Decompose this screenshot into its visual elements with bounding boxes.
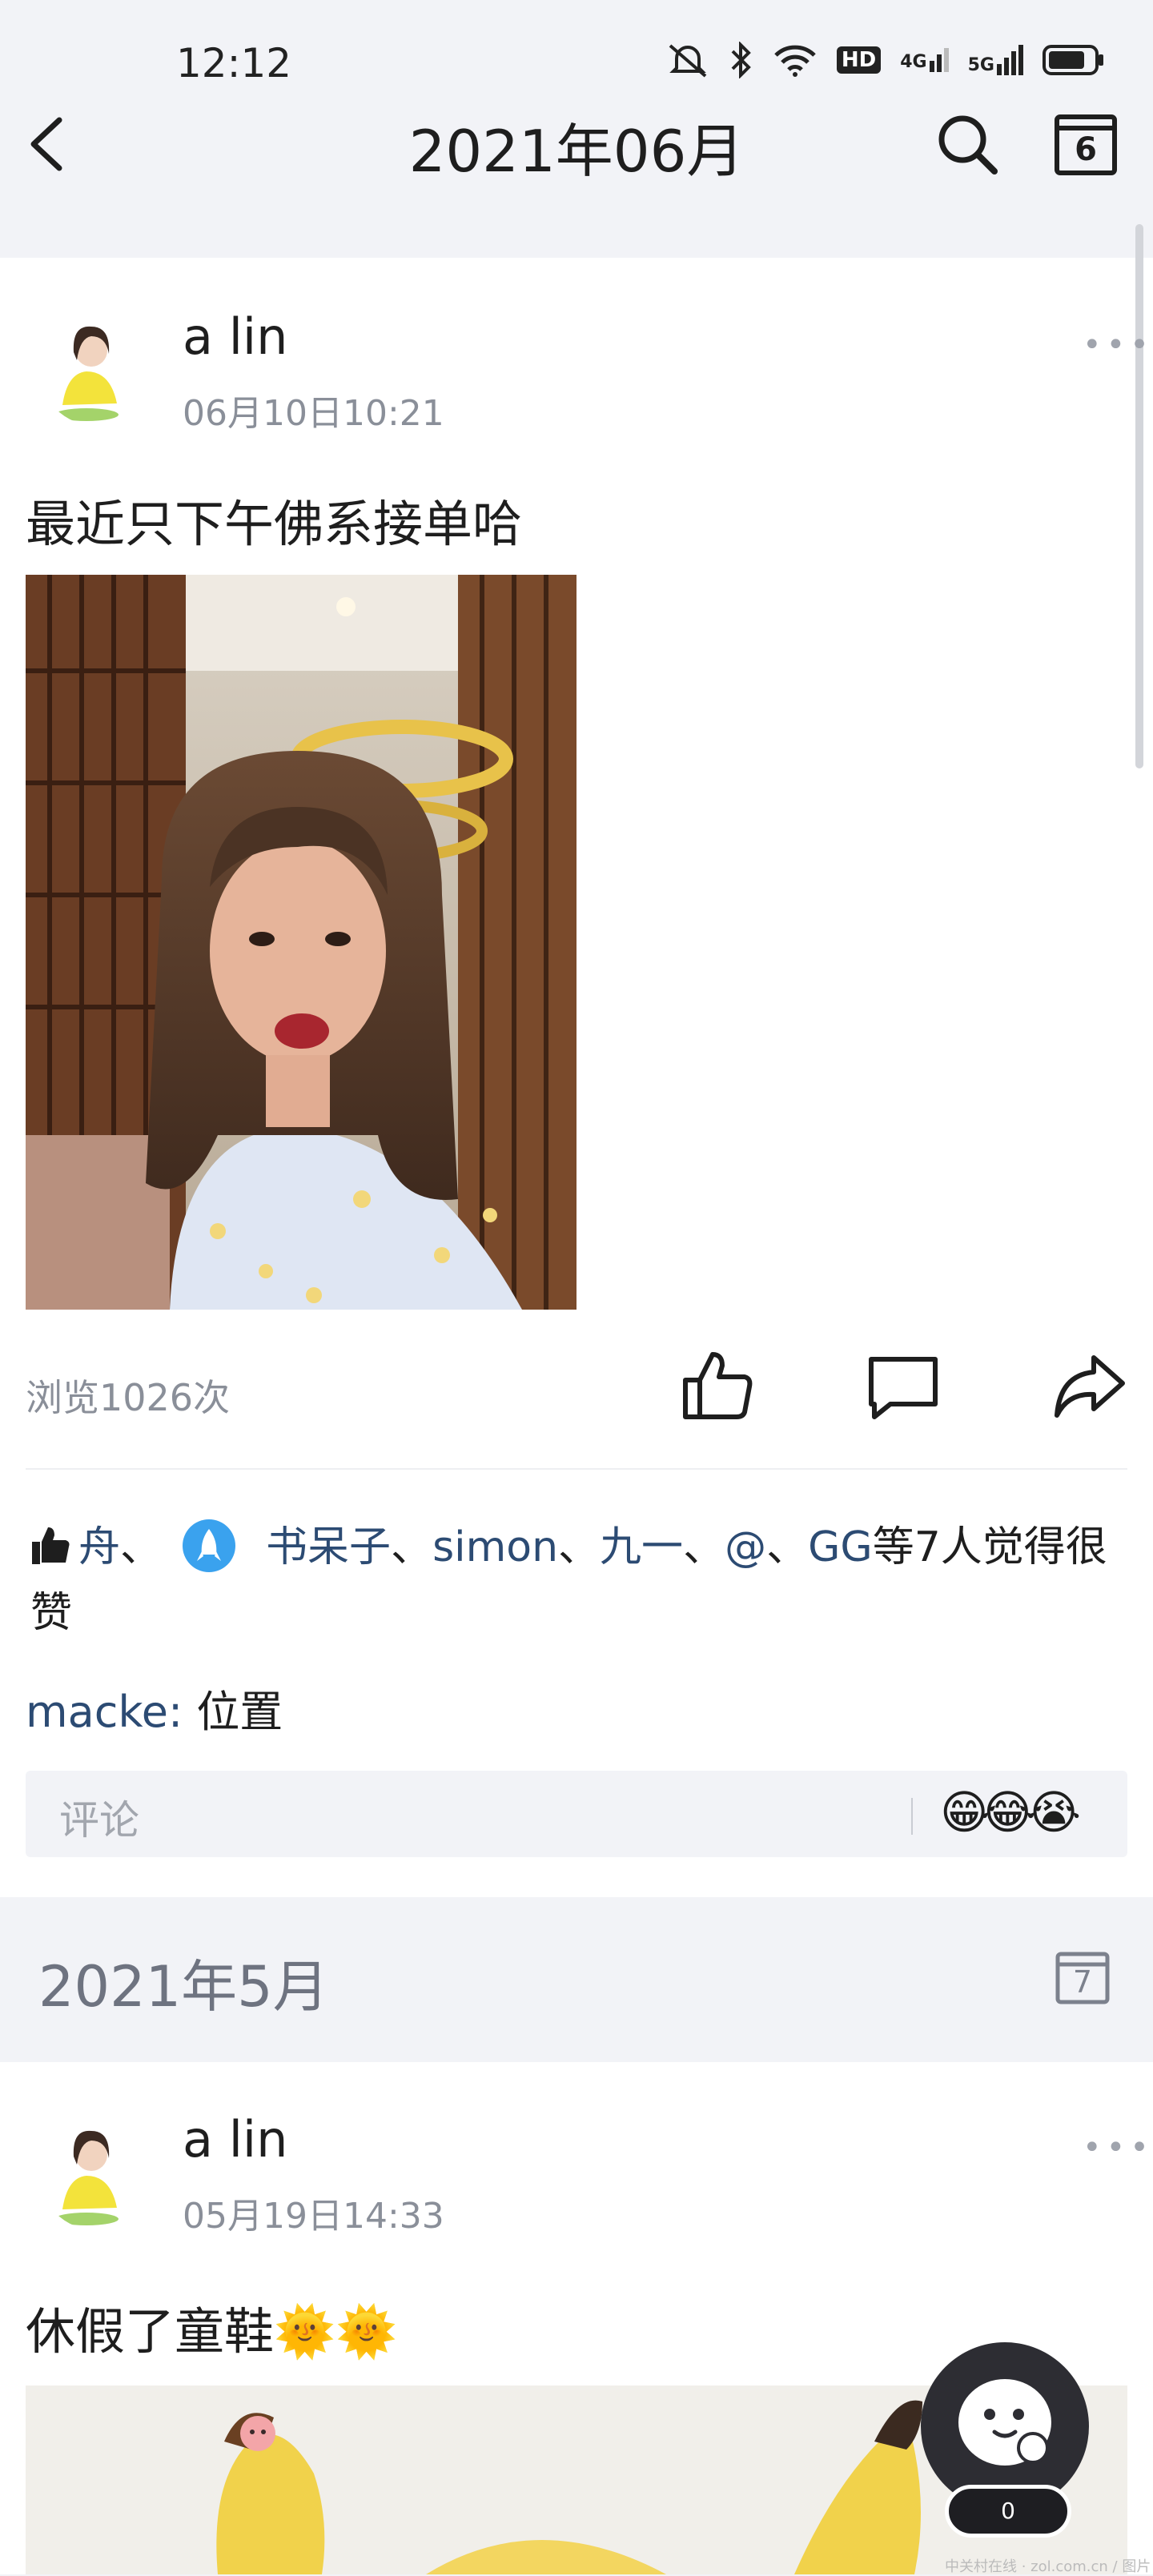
month-calendar-button[interactable]: 7	[1055, 1950, 1110, 2004]
like-filled-icon	[32, 1527, 70, 1564]
liker-name[interactable]: simon	[432, 1523, 558, 1571]
comment-line: macke: 位置	[26, 1676, 283, 1739]
wifi-icon	[774, 45, 816, 77]
5g-signal-icon: 5G	[968, 45, 1023, 75]
post-text-emojis: 🌞🌞	[274, 2302, 398, 2361]
status-icons: HD 4G 5G	[665, 42, 1105, 78]
comment-text: 位置	[196, 1687, 283, 1737]
4g-label: 4G	[900, 52, 927, 72]
post-text-body: 休假了童鞋	[26, 2302, 275, 2361]
liker-sep: 、	[766, 1523, 809, 1571]
liker-avatar-rocket-icon[interactable]	[183, 1519, 236, 1572]
hd-icon: HD	[836, 46, 882, 74]
battery-icon	[1043, 45, 1103, 75]
more-options-button[interactable]: •••	[1083, 327, 1153, 363]
emoji-picker-button[interactable]: 😁😂😭	[940, 1785, 1081, 1840]
post-text: 最近只下午佛系接单哈	[26, 495, 523, 553]
comment-author[interactable]: macke	[26, 1687, 168, 1737]
post-username[interactable]: a lin	[183, 307, 287, 366]
month-section-title: 2021年5月	[38, 1954, 329, 2020]
month-section-header: 2021年5月 7	[0, 1897, 1153, 2062]
share-icon[interactable]	[1052, 1353, 1127, 1420]
input-separator	[911, 1798, 913, 1835]
liker-sep: 、	[391, 1523, 433, 1571]
calendar-button[interactable]: 6	[1054, 112, 1118, 176]
liker-name[interactable]: GG	[808, 1523, 873, 1571]
4g-signal-icon: 4G	[900, 48, 949, 72]
5g-label: 5G	[967, 55, 994, 75]
calendar-day: 7	[1072, 1964, 1093, 2000]
avatar[interactable]	[38, 309, 155, 426]
like-icon[interactable]	[681, 1348, 754, 1422]
bluetooth-icon	[731, 42, 751, 78]
fab-count-badge: 0	[945, 2485, 1071, 2538]
liker-name[interactable]: 九一	[600, 1523, 683, 1571]
liker-sep: 、	[558, 1523, 601, 1571]
post-text: 休假了童鞋🌞🌞	[26, 2291, 397, 2363]
liker-name[interactable]: 书呆子	[266, 1523, 391, 1571]
mute-bell-icon	[669, 44, 707, 78]
post-username[interactable]: a lin	[183, 2110, 287, 2169]
comment-placeholder: 评论	[59, 1797, 139, 1844]
status-bar: 12:12 HD 4G 5G	[0, 0, 1153, 112]
liker-name[interactable]: @	[725, 1523, 766, 1571]
likers-list: 舟、 书呆子、simon、九一、@、GG等7人觉得很赞	[30, 1515, 1127, 1646]
comment-icon[interactable]	[866, 1353, 940, 1422]
status-time: 12:12	[176, 40, 292, 86]
liker-sep: 、	[683, 1523, 725, 1571]
avatar[interactable]	[38, 2113, 155, 2230]
view-count: 浏览1026次	[26, 1376, 231, 1419]
comment-input[interactable]: 评论 😁😂😭	[26, 1771, 1127, 1857]
liker-name[interactable]: 舟	[78, 1523, 120, 1571]
post-date: 05月19日14:33	[183, 2196, 444, 2237]
scrollbar[interactable]	[1135, 224, 1143, 768]
comment-colon: :	[167, 1687, 197, 1737]
liker-sep: 、	[120, 1523, 163, 1571]
divider	[26, 1468, 1127, 1470]
more-options-button[interactable]: •••	[1083, 2129, 1153, 2166]
post-photo[interactable]	[26, 575, 576, 1310]
watermark: 中关村在线 · zol.com.cn / 图片	[945, 2558, 1151, 2575]
post-date: 06月10日10:21	[183, 393, 444, 434]
calendar-day: 6	[1075, 131, 1097, 168]
search-icon[interactable]	[935, 112, 999, 176]
